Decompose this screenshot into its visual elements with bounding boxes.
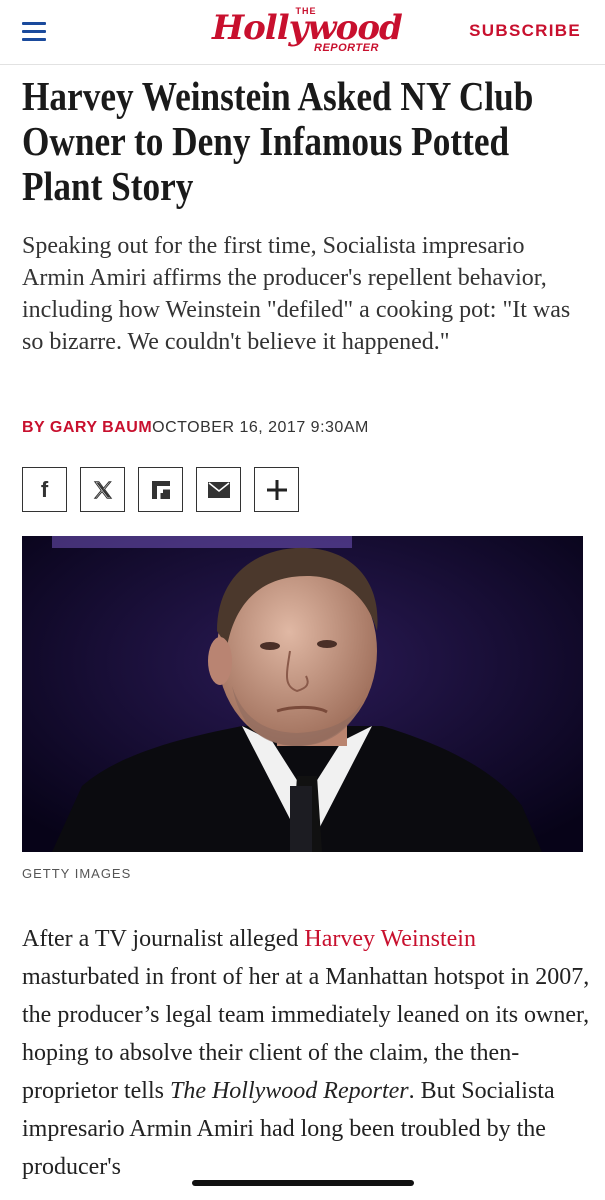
body-text-1: After a TV journalist alleged <box>22 926 305 952</box>
subscribe-button[interactable]: SUBSCRIBE <box>469 21 581 41</box>
email-icon <box>207 481 230 498</box>
logo-wordmark: Hollywood <box>212 8 403 48</box>
article-photo <box>22 536 583 852</box>
site-header: THE Hollywood REPORTER SUBSCRIBE <box>0 0 605 65</box>
byline: BY GARY BAUMOCTOBER 16, 2017 9:30AM <box>22 419 369 437</box>
facebook-icon: f <box>40 476 49 502</box>
share-email-button[interactable] <box>196 467 241 512</box>
hamburger-menu-icon[interactable] <box>22 22 46 42</box>
article-body: After a TV journalist alleged Harvey Wei… <box>22 920 592 1186</box>
article-headline: Harvey Weinstein Asked NY Club Owner to … <box>22 73 534 209</box>
share-more-button[interactable] <box>254 467 299 512</box>
harvey-weinstein-link[interactable]: Harvey Weinstein <box>304 926 476 952</box>
article-dek: Speaking out for the first time, Sociali… <box>22 233 571 355</box>
publish-date: OCTOBER 16, 2017 9:30AM <box>152 419 369 436</box>
home-indicator[interactable] <box>192 1180 414 1186</box>
weinstein-photo-illustration <box>22 536 583 852</box>
share-x-button[interactable] <box>80 467 125 512</box>
author-link[interactable]: GARY BAUM <box>50 419 152 436</box>
flipboard-icon <box>151 480 170 499</box>
share-facebook-button[interactable]: f <box>22 467 67 512</box>
photo-credit: GETTY IMAGES <box>22 866 132 881</box>
publication-name: The Hollywood Reporter <box>169 1078 409 1104</box>
logo-reporter: REPORTER <box>314 42 379 54</box>
byline-prefix: BY <box>22 419 50 436</box>
x-twitter-icon <box>93 480 112 499</box>
plus-icon <box>266 479 287 500</box>
site-logo[interactable]: THE Hollywood REPORTER <box>212 4 403 58</box>
share-bar: f <box>22 467 312 515</box>
share-flipboard-button[interactable] <box>138 467 183 512</box>
